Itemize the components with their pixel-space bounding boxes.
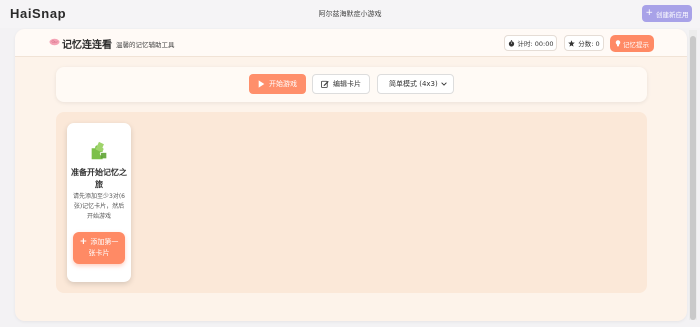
memory-hint-button[interactable]: 记忆提示 bbox=[610, 35, 654, 52]
memory-hint-label: 记忆提示 bbox=[623, 40, 649, 49]
page-scrollbar[interactable] bbox=[689, 30, 697, 320]
brain-icon bbox=[49, 38, 60, 46]
star-icon bbox=[568, 39, 576, 47]
timer-display: 计时: 00:00 bbox=[504, 35, 557, 51]
app-header: 记忆连连看 温馨的记忆辅助工具 计时: 00:00 分数: 0 记忆提示 bbox=[15, 29, 687, 57]
add-first-card-label: + 添加第一张卡片 bbox=[77, 237, 121, 259]
empty-state-title: 准备开始记忆之旅 bbox=[71, 168, 127, 189]
window-title: 阿尔兹海默症小游戏 bbox=[318, 10, 382, 18]
chevron-down-icon bbox=[441, 82, 447, 86]
game-board: 准备开始记忆之旅 请先添加至少3对(6张)记忆卡片，然后开始游戏 + 添加第一张… bbox=[56, 112, 647, 293]
difficulty-select[interactable]: 简单模式 (4x3) bbox=[377, 74, 454, 94]
empty-state-description: 请先添加至少3对(6张)记忆卡片，然后开始游戏 bbox=[73, 193, 125, 220]
score-label: 分数: 0 bbox=[578, 40, 600, 48]
empty-state-card: 准备开始记忆之旅 请先添加至少3对(6张)记忆卡片，然后开始游戏 + 添加第一张… bbox=[67, 123, 131, 282]
plus-icon: + bbox=[645, 8, 654, 18]
scrollbar-thumb[interactable] bbox=[690, 36, 696, 320]
control-bar: 开始游戏 编辑卡片 简单模式 (4x3) bbox=[56, 67, 647, 102]
app-container: 记忆连连看 温馨的记忆辅助工具 计时: 00:00 分数: 0 记忆提示 开始游… bbox=[15, 29, 687, 321]
play-icon bbox=[258, 80, 265, 88]
difficulty-value: 简单模式 (4x3) bbox=[389, 80, 438, 88]
lightbulb-icon bbox=[615, 40, 621, 47]
stopwatch-icon bbox=[508, 39, 514, 47]
edit-icon bbox=[321, 80, 329, 88]
plus-icon: + bbox=[79, 237, 91, 247]
score-display: 分数: 0 bbox=[564, 35, 604, 51]
puzzle-icon bbox=[91, 141, 107, 160]
edit-cards-button[interactable]: 编辑卡片 bbox=[312, 74, 370, 94]
create-app-button[interactable]: + 创建新应用 bbox=[642, 5, 692, 22]
window-topbar: HaiSnap 阿尔兹海默症小游戏 + 创建新应用 bbox=[0, 0, 700, 28]
start-game-button[interactable]: 开始游戏 bbox=[249, 74, 306, 94]
create-app-label: 创建新应用 bbox=[656, 10, 689, 19]
app-title: 记忆连连看 bbox=[62, 40, 112, 51]
add-first-card-button[interactable]: + 添加第一张卡片 bbox=[73, 232, 125, 264]
start-game-label: 开始游戏 bbox=[269, 80, 297, 88]
edit-cards-label: 编辑卡片 bbox=[333, 80, 361, 88]
add-first-card-text: 添加第一张卡片 bbox=[88, 238, 119, 257]
timer-label: 计时: 00:00 bbox=[517, 40, 554, 48]
app-subtitle: 温馨的记忆辅助工具 bbox=[116, 41, 175, 49]
